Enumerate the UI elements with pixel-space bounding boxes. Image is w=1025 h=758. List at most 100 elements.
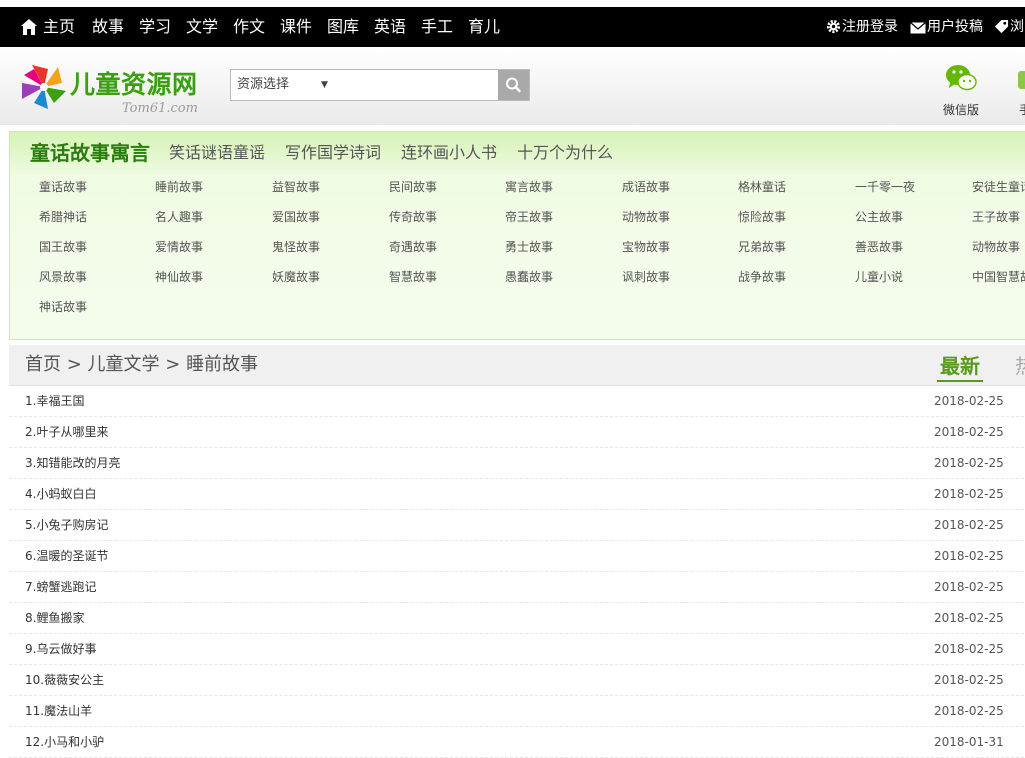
category-link[interactable]: 成语故事	[622, 172, 670, 202]
tab-fairy-tales[interactable]: 童话故事寓言	[30, 132, 150, 172]
register-link[interactable]: 注册登录	[826, 7, 898, 47]
category-link[interactable]: 帝王故事	[505, 202, 553, 232]
category-link[interactable]: 神仙故事	[155, 262, 203, 292]
category-link[interactable]: 传奇故事	[389, 202, 437, 232]
nav-item-handcraft[interactable]: 手工	[421, 7, 453, 47]
category-link[interactable]: 愚蠢故事	[505, 262, 553, 292]
story-title-link[interactable]: 4.小蚂蚁白白	[25, 479, 96, 509]
category-box: 童话故事寓言 笑话谜语童谣 写作国学诗词 连环画小人书 十万个为什么 童话故事 睡…	[9, 131, 1025, 340]
category-link[interactable]: 鬼怪故事	[272, 232, 320, 262]
category-link[interactable]: 神话故事	[39, 292, 87, 322]
submit-link[interactable]: 用户投稿	[910, 7, 983, 47]
nav-item-stories[interactable]: 故事	[92, 7, 124, 47]
breadcrumb-literature[interactable]: 儿童文学	[88, 354, 160, 375]
category-link[interactable]: 寓言故事	[505, 172, 553, 202]
category-link[interactable]: 希腊神话	[39, 202, 87, 232]
sort-hot-tab[interactable]: 热	[1015, 352, 1025, 380]
phone-label[interactable]: 手	[1019, 101, 1025, 118]
category-link[interactable]: 勇士故事	[505, 232, 553, 262]
nav-item-courseware[interactable]: 课件	[280, 7, 312, 47]
nav-item-gallery[interactable]: 图库	[327, 7, 359, 47]
category-link[interactable]: 益智故事	[272, 172, 320, 202]
list-item: 10.薇薇安公主 2018-02-25	[9, 665, 1025, 696]
search-input[interactable]	[341, 71, 495, 99]
story-title-link[interactable]: 10.薇薇安公主	[25, 665, 104, 695]
list-item: 1.幸福王国 2018-02-25	[9, 386, 1025, 417]
category-link[interactable]: 惊险故事	[738, 202, 786, 232]
nav-item-english[interactable]: 英语	[374, 7, 406, 47]
tag-icon	[994, 19, 1009, 34]
breadcrumb-separator: >	[159, 354, 187, 375]
list-item: 12.小马和小驴 2018-01-31	[9, 727, 1025, 758]
logo-text: 儿童资源网	[70, 70, 198, 99]
category-link[interactable]: 公主故事	[855, 202, 903, 232]
category-link[interactable]: 爱国故事	[272, 202, 320, 232]
story-list: 1.幸福王国 2018-02-25 2.叶子从哪里来 2018-02-25 3.知错能改…	[9, 386, 1025, 758]
story-title-link[interactable]: 9.乌云做好事	[25, 634, 96, 664]
list-item: 2.叶子从哪里来 2018-02-25	[9, 417, 1025, 448]
breadcrumb-separator: >	[61, 354, 88, 375]
story-date: 2018-02-25	[934, 487, 1004, 501]
story-title-link[interactable]: 3.知错能改的月亮	[25, 448, 120, 478]
category-link[interactable]: 儿童小说	[855, 262, 903, 292]
list-item: 11.魔法山羊 2018-02-25	[9, 696, 1025, 727]
category-link[interactable]: 中国智慧故事	[972, 262, 1025, 292]
resource-select[interactable]: 资源选择	[237, 70, 289, 100]
nav-item-study[interactable]: 学习	[139, 7, 171, 47]
story-date: 2018-02-25	[934, 456, 1004, 470]
category-link[interactable]: 民间故事	[389, 172, 437, 202]
pinwheel-logo-icon	[22, 65, 66, 109]
search-button[interactable]	[498, 70, 529, 100]
category-link[interactable]: 奇遇故事	[389, 232, 437, 262]
story-date: 2018-02-25	[934, 673, 1004, 687]
category-link[interactable]: 一千零一夜	[855, 172, 915, 202]
nav-item-composition[interactable]: 作文	[233, 7, 265, 47]
category-link[interactable]: 睡前故事	[155, 172, 203, 202]
story-title-link[interactable]: 8.鲤鱼搬家	[25, 603, 84, 633]
site-logo[interactable]: 儿童资源网 Tom61.com	[18, 61, 218, 123]
category-link[interactable]: 妖魔故事	[272, 262, 320, 292]
story-title-link[interactable]: 1.幸福王国	[25, 386, 84, 416]
category-link[interactable]: 讽刺故事	[622, 262, 670, 292]
story-date: 2018-02-25	[934, 425, 1004, 439]
nav-item-parenting[interactable]: 育儿	[468, 7, 500, 47]
nav-item-home[interactable]: 主页	[43, 7, 75, 47]
nav-item-literature[interactable]: 文学	[186, 7, 218, 47]
logo-subtitle: Tom61.com	[122, 101, 198, 116]
category-link[interactable]: 智慧故事	[389, 262, 437, 292]
tab-jokes-riddles[interactable]: 笑话谜语童谣	[169, 132, 265, 172]
category-link[interactable]: 爱情故事	[155, 232, 203, 262]
story-title-link[interactable]: 12.小马和小驴	[25, 727, 104, 757]
category-link[interactable]: 风景故事	[39, 262, 87, 292]
sort-newest-tab[interactable]: 最新	[937, 352, 983, 382]
category-link[interactable]: 安徒生童话	[972, 172, 1025, 202]
story-title-link[interactable]: 6.温暖的圣诞节	[25, 541, 108, 571]
category-link[interactable]: 动物故事	[622, 202, 670, 232]
category-link[interactable]: 宝物故事	[622, 232, 670, 262]
story-title-link[interactable]: 5.小兔子购房记	[25, 510, 108, 540]
tab-writing-classics[interactable]: 写作国学诗词	[285, 132, 381, 172]
story-title-link[interactable]: 2.叶子从哪里来	[25, 417, 108, 447]
gear-icon	[826, 19, 841, 34]
breadcrumb-bedtime-stories[interactable]: 睡前故事	[186, 354, 258, 375]
browse-link[interactable]: 浏	[994, 7, 1024, 47]
category-link[interactable]: 童话故事	[39, 172, 87, 202]
home-icon[interactable]	[20, 18, 38, 36]
category-link[interactable]: 格林童话	[738, 172, 786, 202]
category-link[interactable]: 战争故事	[738, 262, 786, 292]
tab-comics[interactable]: 连环画小人书	[401, 132, 497, 172]
story-title-link[interactable]: 11.魔法山羊	[25, 696, 92, 726]
story-title-link[interactable]: 7.螃蟹逃跑记	[25, 572, 96, 602]
category-link[interactable]: 王子故事	[972, 202, 1020, 232]
category-link[interactable]: 动物故事	[972, 232, 1020, 262]
category-link[interactable]: 兄弟故事	[738, 232, 786, 262]
category-link[interactable]: 国王故事	[39, 232, 87, 262]
breadcrumb-home[interactable]: 首页	[25, 354, 61, 375]
chevron-down-icon[interactable]: ▼	[321, 70, 328, 100]
wechat-link[interactable]: 微信版	[938, 59, 984, 119]
tab-why-questions[interactable]: 十万个为什么	[517, 132, 613, 172]
category-link[interactable]: 善恶故事	[855, 232, 903, 262]
category-link[interactable]: 名人趣事	[155, 202, 203, 232]
search-box: 资源选择 ▼	[230, 69, 530, 101]
phone-icon[interactable]	[1018, 71, 1025, 89]
